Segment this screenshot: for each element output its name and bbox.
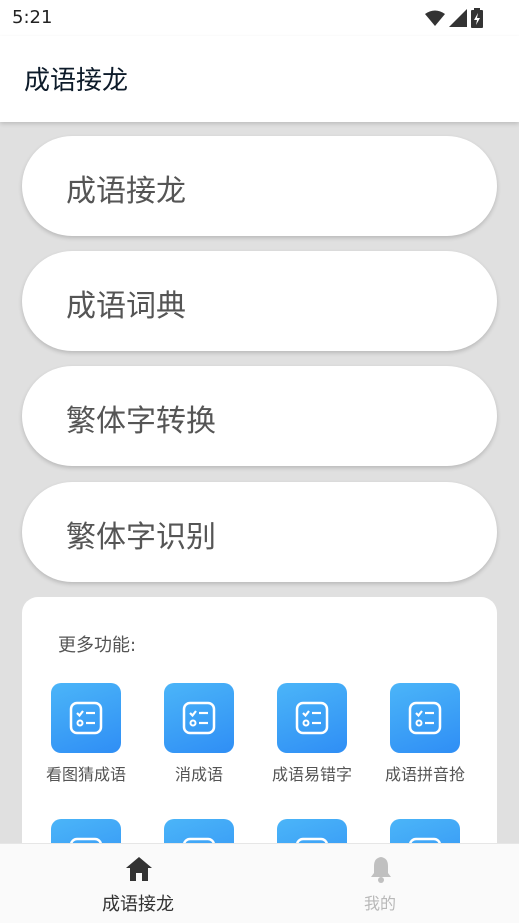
checklist-icon	[51, 819, 121, 843]
feature-misspelled-button[interactable]: 成语易错字	[257, 683, 367, 793]
status-time: 5:21	[12, 7, 53, 28]
feature-label: 消成语	[174, 765, 223, 784]
checklist-icon	[51, 683, 121, 753]
checklist-icon	[390, 819, 460, 843]
feature-button[interactable]	[31, 819, 141, 843]
feature-guess-idiom-button[interactable]: 看图猜成语	[31, 683, 141, 793]
status-icons	[425, 7, 483, 29]
menu-idiom-dictionary-button[interactable]: 成语词典	[22, 251, 497, 351]
bell-icon	[371, 857, 391, 883]
menu-traditional-recognize-button[interactable]: 繁体字识别	[22, 482, 497, 582]
menu-idiom-chain-button[interactable]: 成语接龙	[22, 136, 497, 236]
more-features-title: 更多功能:	[58, 635, 137, 656]
signal-icon	[449, 9, 467, 27]
menu-traditional-convert-button[interactable]: 繁体字转换	[22, 366, 497, 466]
feature-eliminate-idiom-button[interactable]: 消成语	[144, 683, 254, 793]
feature-label: 成语拼音抢	[384, 765, 465, 784]
checklist-icon	[164, 683, 234, 753]
feature-button[interactable]	[370, 819, 480, 843]
bottom-nav: 成语接龙 我的	[0, 843, 519, 923]
feature-button[interactable]	[257, 819, 367, 843]
more-features-card: 更多功能: 看图猜成语 消成语 成语易错字 成语拼音抢	[22, 597, 497, 843]
wifi-icon	[425, 10, 445, 26]
nav-mine-tab[interactable]: 我的	[290, 844, 470, 923]
menu-item-label: 繁体字转换	[66, 404, 216, 439]
nav-label: 我的	[363, 894, 396, 913]
checklist-icon	[277, 683, 347, 753]
checklist-icon	[164, 819, 234, 843]
status-bar: 5:21	[0, 0, 519, 36]
home-icon	[126, 857, 152, 881]
menu-item-label: 繁体字识别	[66, 520, 216, 555]
feature-label: 看图猜成语	[45, 765, 126, 784]
feature-pinyin-race-button[interactable]: 成语拼音抢	[370, 683, 480, 793]
feature-button[interactable]	[144, 819, 254, 843]
checklist-icon	[277, 819, 347, 843]
app-bar: 成语接龙	[0, 36, 519, 122]
menu-item-label: 成语接龙	[66, 174, 186, 209]
main-content[interactable]: 成语接龙 成语词典 繁体字转换 繁体字识别 更多功能: 看图猜成语 消成语 成语…	[0, 122, 519, 843]
nav-label: 成语接龙	[102, 894, 174, 915]
page-title: 成语接龙	[24, 66, 129, 96]
menu-item-label: 成语词典	[66, 289, 186, 324]
feature-label: 成语易错字	[271, 765, 352, 784]
checklist-icon	[390, 683, 460, 753]
nav-idiom-chain-tab[interactable]: 成语接龙	[48, 844, 228, 923]
battery-icon	[471, 8, 483, 28]
